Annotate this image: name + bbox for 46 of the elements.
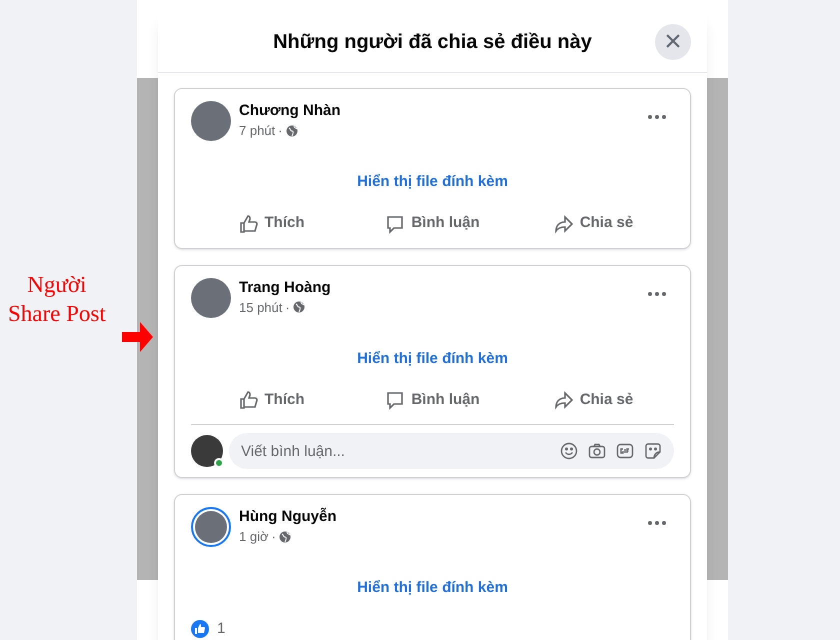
- post-action-button[interactable]: Chia sẻ: [513, 208, 674, 240]
- reaction-count[interactable]: 1: [217, 618, 226, 640]
- post-time[interactable]: 7 phút: [239, 121, 276, 140]
- more-options-icon[interactable]: [648, 115, 666, 119]
- separator-dot: ·: [278, 122, 282, 140]
- more-options-icon[interactable]: [648, 521, 666, 525]
- thumbs-up-icon: [238, 390, 258, 410]
- like-reaction-icon[interactable]: [191, 620, 209, 638]
- share-arrow-icon: [554, 390, 574, 410]
- more-options-icon[interactable]: [648, 292, 666, 296]
- avatar[interactable]: [191, 507, 231, 547]
- comment-input-field[interactable]: Viết bình luận...: [241, 433, 560, 469]
- share-arrow-icon: [554, 214, 574, 234]
- globe-icon: [292, 301, 305, 314]
- emoji-icon[interactable]: [560, 442, 578, 460]
- post-action-button[interactable]: Bình luận: [352, 384, 513, 416]
- camera-icon[interactable]: [588, 442, 606, 460]
- comment-icon: [385, 390, 406, 410]
- close-button[interactable]: ×: [655, 24, 691, 60]
- globe-icon: [278, 530, 291, 543]
- author-name[interactable]: Hùng Nguyễn: [239, 507, 648, 527]
- comment-box[interactable]: Viết bình luận...: [229, 433, 674, 469]
- sticker-icon[interactable]: [644, 442, 662, 460]
- post-action-button[interactable]: Bình luận: [352, 208, 513, 240]
- user-avatar[interactable]: [191, 435, 223, 467]
- author-name[interactable]: Chương Nhàn: [239, 101, 648, 121]
- show-attachment-link[interactable]: Hiển thị file đính kèm: [357, 348, 508, 370]
- annotation-text: Người Share Post: [8, 271, 106, 328]
- show-attachment-link[interactable]: Hiển thị file đính kèm: [357, 171, 508, 194]
- separator-dot: ·: [272, 528, 276, 546]
- separator-dot: ·: [285, 298, 290, 316]
- post-action-button[interactable]: Thích: [191, 384, 352, 416]
- thumbs-up-icon: [238, 214, 258, 234]
- gif-icon[interactable]: [616, 442, 634, 460]
- arrow-icon: [122, 321, 154, 353]
- post-action-button[interactable]: Chia sẻ: [513, 384, 674, 416]
- author-name[interactable]: Trang Hoàng: [239, 278, 648, 298]
- post-action-button[interactable]: Thích: [191, 208, 352, 240]
- post-time[interactable]: 1 giờ: [239, 527, 268, 546]
- avatar[interactable]: [191, 278, 231, 318]
- comment-icon: [385, 214, 406, 234]
- globe-icon: [286, 124, 298, 137]
- dialog-title: Những người đã chia sẻ điều này: [273, 30, 592, 55]
- show-attachment-link[interactable]: Hiển thị file đính kèm: [357, 577, 508, 600]
- post-time[interactable]: 15 phút: [239, 298, 282, 317]
- avatar[interactable]: [191, 101, 231, 141]
